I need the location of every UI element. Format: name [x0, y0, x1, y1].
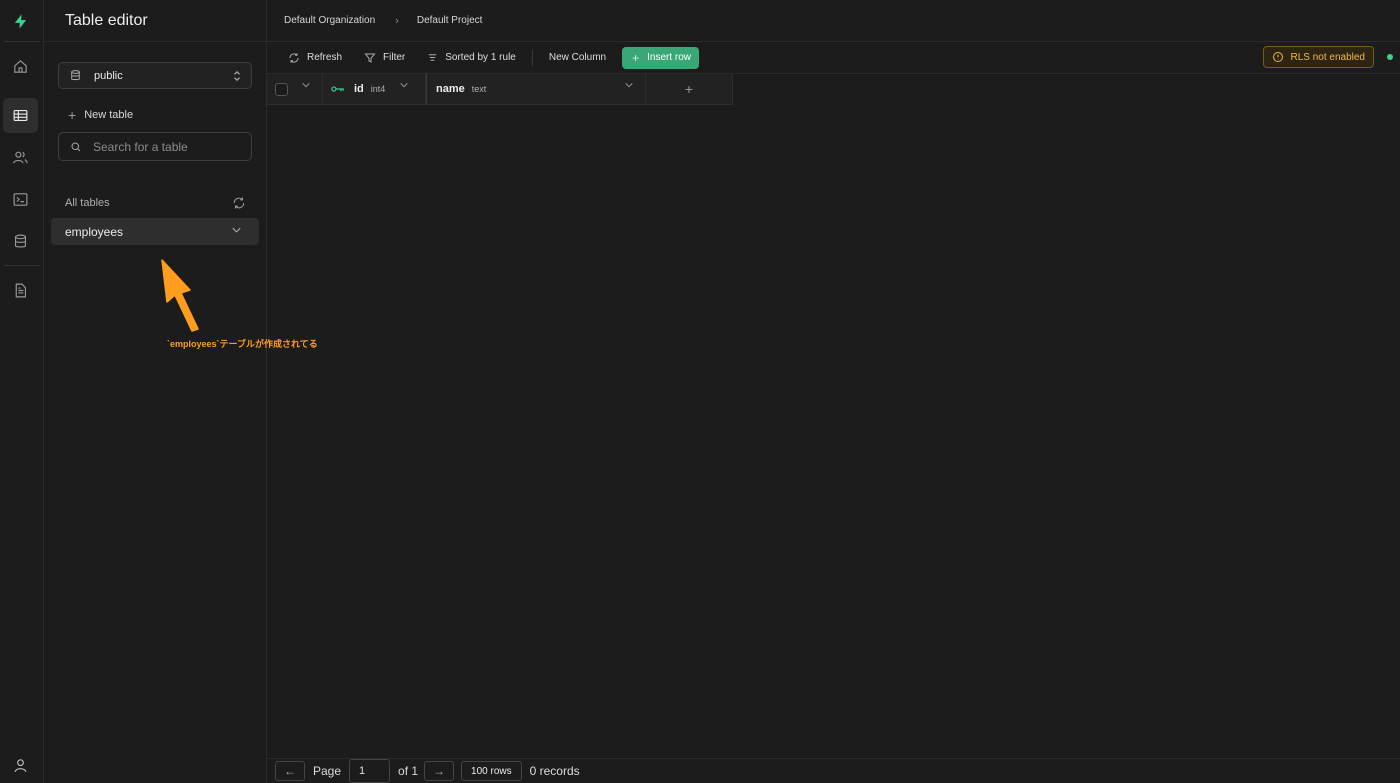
table-icon[interactable]	[3, 98, 38, 133]
new-column-label: New Column	[548, 52, 607, 63]
users-icon[interactable]	[3, 140, 38, 175]
column-name: id	[354, 83, 364, 95]
column-name: name	[436, 83, 465, 95]
new-table-button[interactable]: + New table	[68, 108, 133, 122]
grid-header: id int4 name text +	[267, 74, 733, 105]
sort-icon	[429, 54, 437, 61]
primary-key-icon	[331, 86, 344, 92]
arrow-left-icon: ←	[284, 764, 296, 778]
terminal-icon[interactable]	[3, 182, 38, 217]
database-icon[interactable]	[3, 224, 38, 259]
refresh-icon	[289, 52, 299, 63]
connection-status-dot	[1387, 54, 1393, 60]
schema-selector[interactable]: public	[58, 62, 252, 89]
column-type: int4	[370, 84, 386, 94]
previous-page-button[interactable]: ←	[275, 761, 305, 781]
select-all-cell	[267, 74, 323, 105]
chevron-up-down-icon	[234, 70, 240, 82]
breadcrumb-project[interactable]: Default Project	[417, 15, 483, 26]
breadcrumb: Default Organization › Default Project	[267, 0, 1400, 42]
records-count: 0 records	[529, 764, 580, 778]
schema-name: public	[94, 69, 123, 82]
add-column-button[interactable]: +	[646, 74, 733, 105]
select-all-checkbox[interactable]	[275, 83, 288, 96]
rail-divider	[4, 265, 40, 266]
refresh-button[interactable]: Refresh	[282, 47, 348, 69]
filter-button[interactable]: Filter	[358, 47, 411, 69]
filter-label: Filter	[383, 52, 406, 63]
all-tables-label: All tables	[65, 197, 110, 209]
pagination-footer: ← Page 1 of 1 → 100 rows 0 records	[267, 758, 1400, 783]
filter-icon	[364, 53, 376, 63]
refresh-icon[interactable]	[232, 196, 246, 210]
column-type: text	[471, 84, 487, 94]
chevron-down-icon[interactable]	[400, 82, 408, 88]
home-icon[interactable]	[3, 49, 38, 84]
new-column-button[interactable]: New Column	[543, 47, 612, 69]
page-number-input[interactable]: 1	[349, 759, 391, 783]
rls-status-badge[interactable]: RLS not enabled	[1263, 46, 1374, 68]
icon-rail	[0, 0, 44, 783]
chevron-down-icon[interactable]	[625, 82, 633, 88]
sidebar-item-employees[interactable]: employees	[51, 218, 259, 245]
search-icon	[71, 142, 81, 151]
database-icon	[71, 70, 80, 81]
insert-row-label: Insert row	[647, 52, 692, 63]
page-label: Page	[313, 764, 342, 778]
sort-button[interactable]: Sorted by 1 rule	[421, 47, 522, 69]
grid-toolbar: Refresh Filter Sorted by 1 rule New Colu…	[267, 42, 1400, 74]
chevron-down-icon[interactable]	[232, 227, 241, 233]
rail-divider	[4, 41, 40, 42]
page-total-label: of 1	[398, 764, 419, 778]
plus-icon: +	[632, 50, 640, 65]
sort-label: Sorted by 1 rule	[445, 52, 516, 63]
supabase-logo-icon[interactable]	[3, 4, 38, 39]
column-header-id[interactable]: id int4	[323, 74, 426, 105]
search-input[interactable]	[93, 139, 243, 154]
arrow-right-icon: →	[433, 764, 446, 778]
toolbar-divider	[531, 49, 533, 66]
new-table-label: New table	[84, 109, 134, 121]
document-icon[interactable]	[3, 273, 38, 308]
main-panel: Default Organization › Default Project R…	[267, 0, 1400, 783]
sidebar-title: Table editor	[44, 0, 266, 42]
annotation-arrow-icon	[161, 259, 199, 332]
refresh-label: Refresh	[307, 52, 343, 63]
table-search[interactable]	[58, 132, 252, 161]
next-page-button[interactable]: →	[424, 761, 455, 781]
chevron-down-icon[interactable]	[302, 82, 310, 88]
chevron-right-icon: ›	[395, 14, 399, 27]
breadcrumb-organization[interactable]: Default Organization	[284, 15, 375, 26]
table-name: employees	[65, 224, 124, 239]
user-icon[interactable]	[3, 748, 38, 783]
rls-label: RLS not enabled	[1290, 51, 1365, 63]
warning-circle-icon	[1273, 52, 1284, 62]
rows-per-page-button[interactable]: 100 rows	[461, 761, 522, 781]
table-editor-sidebar: Table editor public + New table All tabl…	[44, 0, 267, 783]
plus-icon: +	[684, 81, 694, 97]
column-header-name[interactable]: name text	[426, 74, 646, 105]
insert-row-button[interactable]: + Insert row	[622, 46, 700, 69]
plus-icon: +	[68, 107, 77, 123]
